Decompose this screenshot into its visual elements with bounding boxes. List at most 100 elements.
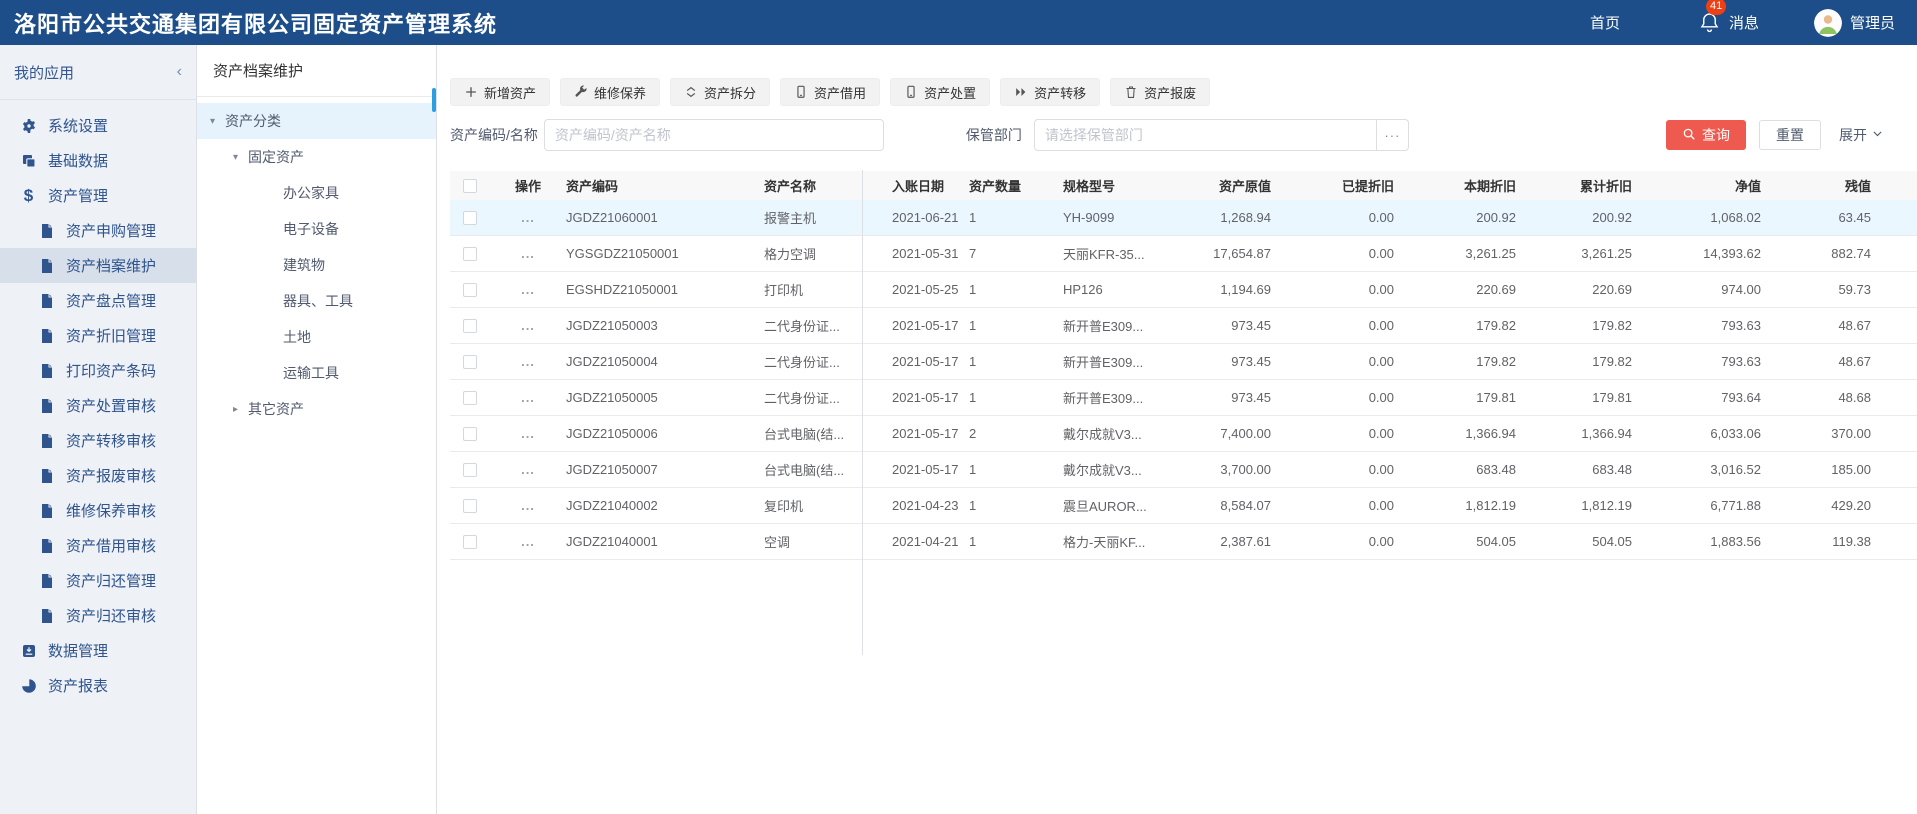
sidebar-item-资产档案维护[interactable]: 资产档案维护 — [0, 248, 196, 283]
sidebar-collapse-chevron-icon[interactable]: ‹ — [177, 64, 182, 80]
doc-icon — [38, 257, 55, 274]
tree-node-电子设备[interactable]: 电子设备 — [197, 211, 436, 247]
table-row[interactable]: ... JGDZ21050006 台式电脑(结... 2021-05-17 2 … — [450, 416, 1917, 452]
toolbar-button-维修保养[interactable]: 维修保养 — [560, 78, 661, 106]
nav-home-link[interactable]: 首页 — [1590, 12, 1620, 33]
sidebar-item-资产转移审核[interactable]: 资产转移审核 — [0, 423, 196, 458]
row-checkbox[interactable] — [463, 462, 477, 477]
asset-code-label: 资产编码/名称 — [450, 127, 538, 143]
pre-depreciation-cell: 0.00 — [1368, 282, 1394, 297]
expand-filters-link[interactable]: 展开 — [1839, 125, 1884, 145]
table-row[interactable]: ... JGDZ21050005 二代身份证... 2021-05-17 1 新… — [450, 380, 1917, 416]
tree-node-建筑物[interactable]: 建筑物 — [197, 247, 436, 283]
tree-expand-arrow-icon[interactable]: ▸ — [233, 404, 248, 415]
tree-node-器具、工具[interactable]: 器具、工具 — [197, 283, 436, 319]
entry-date-cell: 2021-04-21 — [892, 534, 959, 549]
sidebar-item-资产申购管理[interactable]: 资产申购管理 — [0, 213, 196, 248]
tree-node-办公家具[interactable]: 办公家具 — [197, 175, 436, 211]
table-row[interactable]: ... JGDZ21040001 空调 2021-04-21 1 格力-天丽KF… — [450, 524, 1917, 560]
table-row[interactable]: ... JGDZ21050007 台式电脑(结... 2021-05-17 1 … — [450, 452, 1917, 488]
original-value-cell: 973.45 — [1231, 318, 1271, 333]
asset-code-cell: EGSHDZ21050001 — [566, 282, 679, 297]
reset-button[interactable]: 重置 — [1759, 120, 1821, 150]
row-actions-button[interactable]: ... — [490, 390, 566, 405]
asset-code-input[interactable] — [543, 119, 884, 151]
table-row[interactable]: ... YGSGDZ21050001 格力空调 2021-05-31 7 天丽K… — [450, 236, 1917, 272]
row-checkbox[interactable] — [463, 534, 477, 549]
row-actions-button[interactable]: ... — [490, 534, 566, 549]
select-all-checkbox[interactable] — [463, 178, 477, 193]
row-actions-button[interactable]: ... — [490, 354, 566, 369]
user-avatar[interactable] — [1813, 8, 1842, 37]
search-button[interactable]: 查询 — [1666, 120, 1746, 150]
accumulated-depreciation-cell: 683.48 — [1592, 462, 1632, 477]
sidebar-item-系统设置[interactable]: 系统设置 — [0, 108, 196, 143]
sidebar-item-数据管理[interactable]: 数据管理 — [0, 633, 196, 668]
tree-node-固定资产[interactable]: ▾ 固定资产 — [197, 139, 436, 175]
custody-dept-label: 保管部门 — [965, 127, 1022, 143]
sidebar-item-资产处置审核[interactable]: 资产处置审核 — [0, 388, 196, 423]
row-checkbox[interactable] — [463, 282, 477, 297]
sidebar-item-资产管理[interactable]: $ 资产管理 — [0, 178, 196, 213]
sidebar-item-资产归还管理[interactable]: 资产归还管理 — [0, 563, 196, 598]
tree-scrollbar-thumb[interactable] — [432, 88, 436, 112]
row-checkbox[interactable] — [463, 246, 477, 261]
sidebar-item-维修保养审核[interactable]: 维修保养审核 — [0, 493, 196, 528]
tree-node-运输工具[interactable]: 运输工具 — [197, 355, 436, 391]
table-row[interactable]: ... JGDZ21040002 复印机 2021-04-23 1 震旦AURO… — [450, 488, 1917, 524]
user-menu[interactable]: 管理员 — [1850, 12, 1895, 33]
toolbar-button-资产拆分[interactable]: 资产拆分 — [670, 78, 771, 106]
net-value-cell: 14,393.62 — [1703, 246, 1761, 261]
dept-picker-button[interactable]: ··· — [1376, 119, 1409, 151]
table-row[interactable]: ... JGDZ21050003 二代身份证... 2021-05-17 1 新… — [450, 308, 1917, 344]
sidebar-item-资产折旧管理[interactable]: 资产折旧管理 — [0, 318, 196, 353]
entry-date-cell: 2021-05-17 — [892, 426, 959, 441]
sidebar-item-资产盘点管理[interactable]: 资产盘点管理 — [0, 283, 196, 318]
row-actions-button[interactable]: ... — [490, 246, 566, 261]
row-actions-button[interactable]: ... — [490, 462, 566, 477]
sidebar-item-资产报表[interactable]: 资产报表 — [0, 668, 196, 703]
tree-panel-title: 资产档案维护 — [197, 45, 436, 97]
sidebar-item-打印资产条码[interactable]: 打印资产条码 — [0, 353, 196, 388]
row-actions-button[interactable]: ... — [490, 498, 566, 513]
main-content: 新增资产 维修保养 资产拆分 资产借用 资产处置 资产转移 资产报废 资产编码/… — [437, 45, 1917, 814]
row-checkbox[interactable] — [463, 390, 477, 405]
sidebar-item-基础数据[interactable]: 基础数据 — [0, 143, 196, 178]
toolbar-button-新增资产[interactable]: 新增资产 — [450, 78, 551, 106]
tree-expand-arrow-icon[interactable]: ▾ — [233, 152, 248, 163]
tree-node-其它资产[interactable]: ▸ 其它资产 — [197, 391, 436, 427]
messages-link[interactable]: 消息 — [1729, 12, 1759, 33]
app-title: 洛阳市公共交通集团有限公司固定资产管理系统 — [14, 11, 498, 37]
notifications-button[interactable]: 41 — [1698, 0, 1727, 36]
net-value-cell: 6,771.88 — [1710, 498, 1761, 513]
table-row[interactable]: ... JGDZ21060001 报警主机 2021-06-21 1 YH-90… — [450, 200, 1917, 236]
doc-icon — [38, 502, 55, 519]
entry-date-cell: 2021-05-17 — [892, 390, 959, 405]
row-checkbox[interactable] — [463, 426, 477, 441]
table-row[interactable]: ... EGSHDZ21050001 打印机 2021-05-25 1 HP12… — [450, 272, 1917, 308]
tree-node-土地[interactable]: 土地 — [197, 319, 436, 355]
table-row[interactable]: ... JGDZ21050004 二代身份证... 2021-05-17 1 新… — [450, 344, 1917, 380]
sidebar-item-资产归还审核[interactable]: 资产归还审核 — [0, 598, 196, 633]
net-value-cell: 1,068.02 — [1710, 210, 1761, 225]
custody-dept-input[interactable] — [1033, 119, 1377, 151]
row-actions-button[interactable]: ... — [490, 426, 566, 441]
sidebar-item-资产借用审核[interactable]: 资产借用审核 — [0, 528, 196, 563]
toolbar-button-资产报废[interactable]: 资产报废 — [1110, 78, 1211, 106]
row-actions-button[interactable]: ... — [490, 318, 566, 333]
row-checkbox[interactable] — [463, 210, 477, 225]
gear-icon — [20, 117, 37, 134]
asset-code-cell: JGDZ21050007 — [566, 462, 658, 477]
toolbar-button-资产处置[interactable]: 资产处置 — [890, 78, 991, 106]
toolbar-button-资产转移[interactable]: 资产转移 — [1000, 78, 1101, 106]
original-value-cell: 2,387.61 — [1220, 534, 1271, 549]
row-checkbox[interactable] — [463, 318, 477, 333]
row-actions-button[interactable]: ... — [490, 210, 566, 225]
row-checkbox[interactable] — [463, 498, 477, 513]
tree-node-资产分类[interactable]: ▾ 资产分类 — [197, 103, 436, 139]
tree-expand-arrow-icon[interactable]: ▾ — [210, 116, 225, 127]
toolbar-button-资产借用[interactable]: 资产借用 — [780, 78, 881, 106]
row-checkbox[interactable] — [463, 354, 477, 369]
row-actions-button[interactable]: ... — [490, 282, 566, 297]
sidebar-item-资产报废审核[interactable]: 资产报废审核 — [0, 458, 196, 493]
